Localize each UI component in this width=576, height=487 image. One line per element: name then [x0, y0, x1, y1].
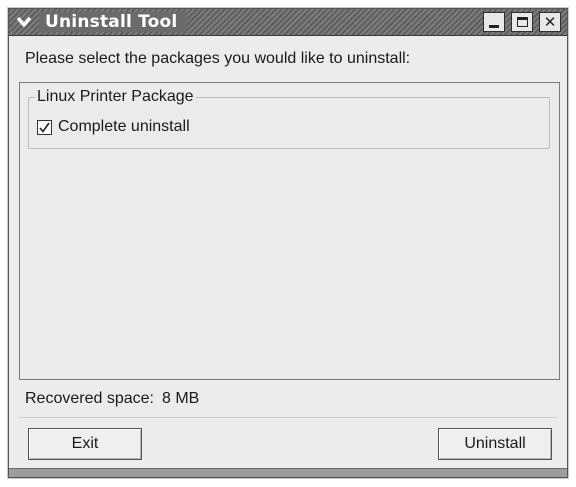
complete-uninstall-label: Complete uninstall — [58, 118, 190, 135]
maximize-icon — [516, 17, 528, 27]
close-button[interactable]: ✕ — [539, 12, 561, 32]
title-area: Uninstall Tool — [39, 12, 188, 32]
window-bottom-border[interactable] — [9, 468, 567, 477]
chevron-down-icon — [16, 16, 32, 27]
package-group: Linux Printer Package Complete uninstall — [28, 88, 550, 149]
package-list-pane: Linux Printer Package Complete uninstall — [19, 82, 560, 380]
uninstall-button[interactable]: Uninstall — [438, 428, 552, 460]
window-title: Uninstall Tool — [45, 12, 178, 32]
complete-uninstall-checkbox[interactable] — [37, 119, 52, 135]
checkmark-icon — [39, 122, 50, 133]
minimize-icon — [489, 24, 499, 28]
minimize-button[interactable] — [483, 12, 505, 32]
window-menu-button[interactable] — [13, 12, 35, 32]
instruction-text: Please select the packages you would lik… — [25, 50, 411, 67]
title-bar[interactable]: Uninstall Tool ✕ — [9, 9, 567, 36]
button-row-separator — [19, 417, 557, 418]
recovered-space-status: Recovered space: 8 MB — [25, 390, 199, 408]
complete-uninstall-option[interactable]: Complete uninstall — [37, 118, 190, 136]
package-group-legend: Linux Printer Package — [35, 88, 196, 106]
recovered-space-value: 8 MB — [161, 390, 200, 407]
uninstall-tool-window: Uninstall Tool ✕ Please select the packa… — [8, 8, 568, 478]
maximize-button[interactable] — [511, 12, 533, 32]
close-icon: ✕ — [543, 12, 557, 31]
exit-button[interactable]: Exit — [28, 428, 142, 460]
recovered-space-label: Recovered space: — [25, 390, 154, 407]
